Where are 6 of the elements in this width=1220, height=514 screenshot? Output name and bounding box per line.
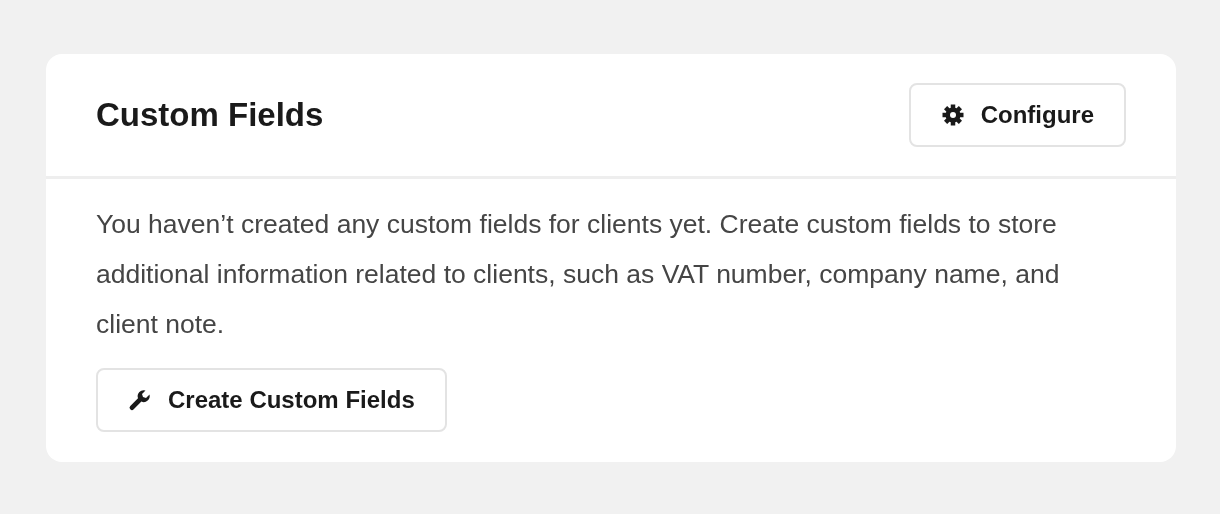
wrench-icon — [128, 388, 152, 412]
empty-message: You haven’t created any custom fields for clients yet. Create custom fields to store additional information related to clients, such as VAT number, company name, and client note. — [96, 208, 1061, 341]
gear-icon — [940, 103, 965, 127]
card-title: Custom Fields — [96, 95, 324, 135]
create-fields-button[interactable]: Create Custom Fields — [96, 368, 447, 432]
configure-button[interactable]: Configure — [908, 83, 1126, 147]
